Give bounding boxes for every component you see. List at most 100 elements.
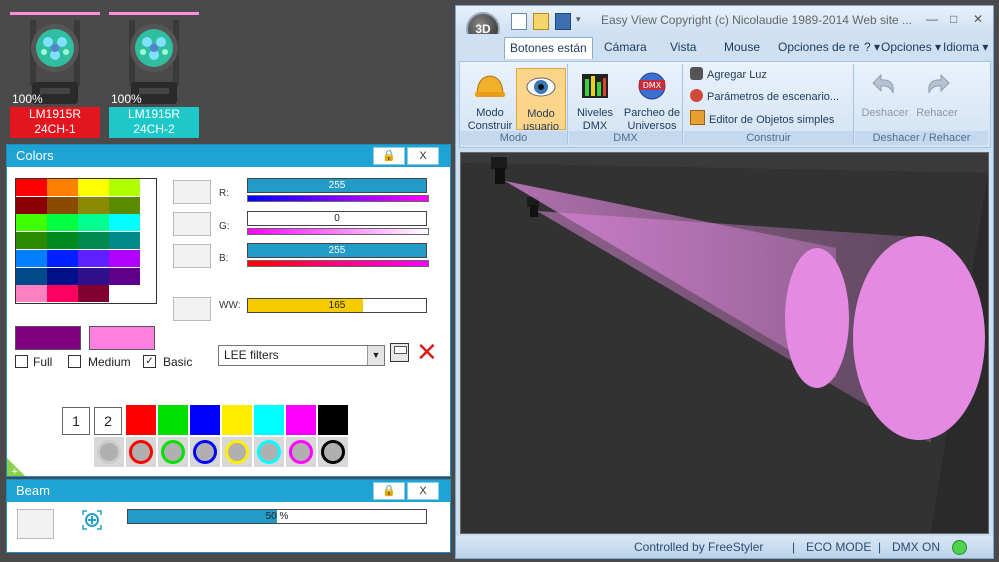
options-menu[interactable]: Opciones ▾ [881,40,941,54]
basic-checkbox[interactable]: ✓ [143,355,156,368]
resize-grip-icon[interactable]: + [7,454,29,476]
palette-color-button[interactable] [286,405,316,435]
ring-color-button[interactable] [222,437,252,467]
delete-icon[interactable]: ✕ [416,339,438,365]
color-grid-cell[interactable] [109,249,140,267]
page-1-button[interactable]: 1 [62,407,90,435]
page-2-button[interactable]: 2 [94,407,122,435]
color-grid-cell[interactable] [109,196,140,214]
palette-color-button[interactable] [190,405,220,435]
ring-color-button[interactable] [318,437,348,467]
beam-swatch-button[interactable] [17,509,54,539]
green-value: 0 [334,213,340,224]
green-slider[interactable]: 0 [247,211,427,226]
tab-botones[interactable]: Botones están [504,37,593,59]
language-menu[interactable]: Idioma ▾ [943,40,988,54]
group-modo: Modo Construir Modo usuario Modo [460,64,568,145]
niveles-dmx-button[interactable]: Niveles DMX [571,68,619,132]
tab-mouse[interactable]: Mouse [724,40,760,54]
tab-opciones-re[interactable]: Opciones de re [778,40,859,54]
red-swatch-button[interactable] [173,180,211,204]
color-grid-cell[interactable] [109,214,140,232]
lock-icon[interactable]: 🔒 [373,147,405,165]
color-grid-cell[interactable] [109,232,140,250]
filter-select[interactable]: LEE filters ▼ [218,345,385,366]
color-grid-cell[interactable] [47,249,78,267]
color-grid-cell[interactable] [78,267,109,285]
palette-color-button[interactable] [222,405,252,435]
ring-color-button[interactable] [254,437,284,467]
color-grid-cell[interactable] [47,196,78,214]
save-icon[interactable] [390,343,409,362]
color-grid-cell[interactable] [16,267,47,285]
open-folder-icon[interactable] [533,13,549,30]
color-grid-cell[interactable] [78,179,109,196]
modo-construir-button[interactable]: Modo Construir [466,68,514,132]
tab-vista[interactable]: Vista [670,40,696,54]
color-grid-cell[interactable] [16,232,47,250]
palette-color-button[interactable] [158,405,188,435]
color-grid-cell[interactable] [47,179,78,196]
tab-camara[interactable]: Cámara [604,40,647,54]
agregar-luz-button[interactable]: Agregar Luz [690,66,767,84]
close-button[interactable]: X [407,147,439,165]
ring-icon [129,440,153,464]
color-grid-cell[interactable] [109,267,140,285]
palette-color-button[interactable] [318,405,348,435]
blue-slider[interactable]: 255 [247,243,427,258]
color-grid-cell[interactable] [16,179,47,196]
color-grid-cell[interactable] [16,285,47,303]
close-icon[interactable]: ✕ [973,12,983,26]
ring-color-button[interactable] [158,437,188,467]
medium-checkbox[interactable] [68,355,81,368]
color-grid-cell[interactable] [78,214,109,232]
palette-color-button[interactable] [126,405,156,435]
ring-color-button[interactable] [190,437,220,467]
blue-gradient [247,260,429,267]
parcheo-universos-button[interactable]: DMX Parcheo de Universos [623,68,681,132]
ring-color-button[interactable] [126,437,156,467]
close-button[interactable]: X [407,482,439,500]
palette-color-button[interactable] [254,405,284,435]
color-grid-cell[interactable] [47,232,78,250]
green-swatch-button[interactable] [173,212,211,236]
color-grid-cell[interactable] [78,196,109,214]
color-grid-cell[interactable] [47,285,78,303]
blue-swatch-button[interactable] [173,244,211,268]
parametros-escenario-button[interactable]: Parámetros de escenario... [690,88,839,106]
zoom-focus-icon[interactable] [82,510,102,530]
beam-slider[interactable]: 50 % [127,509,427,524]
full-checkbox[interactable] [15,355,28,368]
save-icon[interactable] [555,13,571,30]
minimize-icon[interactable]: — [926,12,938,26]
color-grid-cell[interactable] [16,249,47,267]
color-grid-cell[interactable] [16,214,47,232]
chevron-down-icon[interactable]: ▼ [367,346,384,365]
3d-viewport[interactable] [460,152,989,534]
ww-swatch-button[interactable] [173,297,211,321]
ring-color-button[interactable] [286,437,316,467]
rehacer-button[interactable]: Rehacer [911,68,963,128]
color-grid-cell[interactable] [47,267,78,285]
color-grid-cell[interactable] [16,196,47,214]
help-menu[interactable]: ? ▾ [864,40,880,54]
color-grid-cell[interactable] [78,232,109,250]
color-grid-cell[interactable] [109,285,140,303]
fixture-1[interactable]: 100% LM1915R 24CH-1 [10,12,100,138]
color-grid-cell[interactable] [109,179,140,196]
deshacer-button[interactable]: Deshacer [859,68,911,128]
color-grid-cell[interactable] [78,285,109,303]
lock-icon[interactable]: 🔒 [373,482,405,500]
color-grid-cell[interactable] [78,249,109,267]
fixture-model: LM1915R [127,107,181,121]
quick-access-chevron-icon[interactable]: ▾ [576,14,581,25]
ww-slider[interactable]: 165 [247,298,427,313]
modo-usuario-button[interactable]: Modo usuario [516,68,566,133]
red-slider[interactable]: 255 [247,178,427,193]
fixture-2[interactable]: 100% LM1915R 24CH-2 [109,12,199,138]
color-grid-cell[interactable] [47,214,78,232]
editor-objetos-button[interactable]: Editor de Objetos simples [690,110,834,128]
maximize-icon[interactable]: □ [950,12,957,26]
new-file-icon[interactable] [511,13,527,30]
ring-color-button[interactable] [94,437,124,467]
